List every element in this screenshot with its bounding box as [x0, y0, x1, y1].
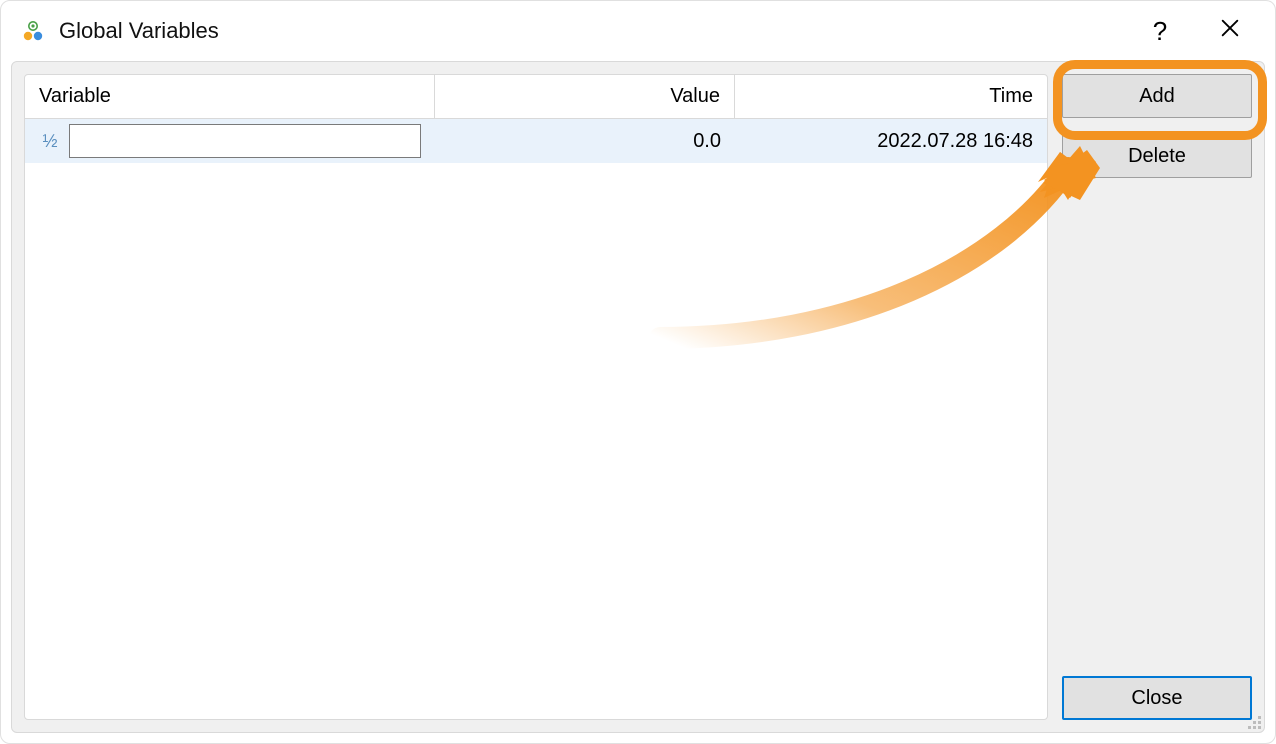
- cell-variable: ½: [25, 119, 435, 163]
- dialog-client-area: Variable Value Time ½ 0.0 2022.07.28 16:…: [11, 61, 1265, 733]
- table-header-row: Variable Value Time: [25, 75, 1047, 119]
- window-controls: ?: [1125, 7, 1265, 55]
- side-button-column: Add Delete Close: [1062, 74, 1252, 720]
- column-header-time[interactable]: Time: [735, 75, 1047, 118]
- resize-grip[interactable]: [1246, 714, 1262, 730]
- close-button[interactable]: Close: [1062, 676, 1252, 720]
- variables-table: Variable Value Time ½ 0.0 2022.07.28 16:…: [24, 74, 1048, 720]
- close-icon: [1219, 17, 1241, 46]
- column-header-value[interactable]: Value: [435, 75, 735, 118]
- column-header-variable[interactable]: Variable: [25, 75, 435, 118]
- global-variables-dialog: Global Variables ? Variable Value Time ½: [0, 0, 1276, 744]
- window-title: Global Variables: [59, 18, 1125, 44]
- delete-button[interactable]: Delete: [1062, 134, 1252, 178]
- fraction-icon: ½: [39, 132, 61, 150]
- cell-value[interactable]: 0.0: [435, 119, 735, 163]
- spacer: [1062, 194, 1252, 676]
- app-icon: [21, 19, 45, 43]
- variable-name-input[interactable]: [69, 124, 421, 158]
- help-button[interactable]: ?: [1125, 7, 1195, 55]
- cell-time: 2022.07.28 16:48: [735, 119, 1047, 163]
- titlebar: Global Variables ?: [1, 1, 1275, 61]
- table-body: ½ 0.0 2022.07.28 16:48: [25, 119, 1047, 163]
- table-row[interactable]: ½ 0.0 2022.07.28 16:48: [25, 119, 1047, 163]
- add-button[interactable]: Add: [1062, 74, 1252, 118]
- close-window-button[interactable]: [1195, 7, 1265, 55]
